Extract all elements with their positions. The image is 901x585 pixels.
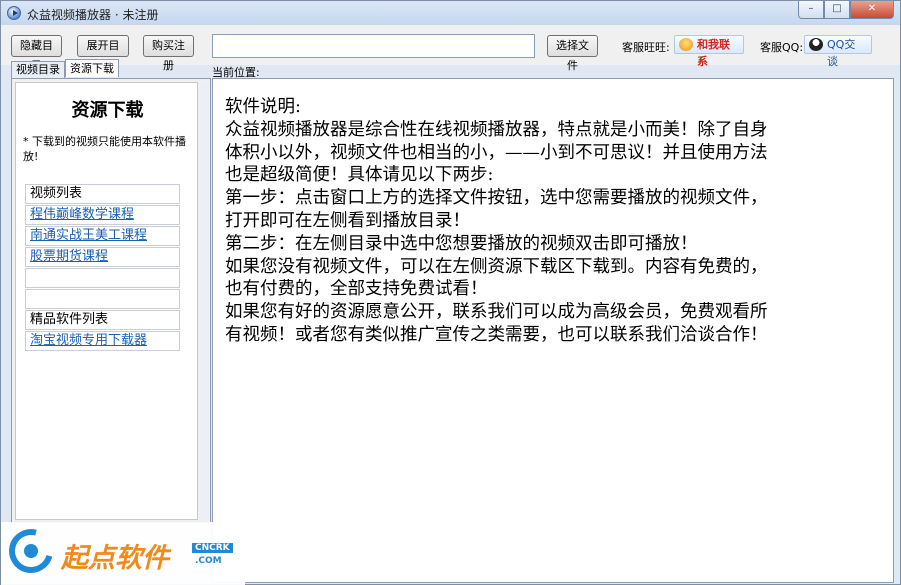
watermark-brand: 起点软件	[61, 543, 169, 574]
qq-label: 客服QQ:	[760, 41, 804, 54]
video-list-header: 视频列表	[25, 184, 180, 204]
wangwang-label: 客服旺旺:	[622, 41, 670, 54]
wangwang-button-label: 和我联系	[697, 38, 730, 68]
window-title: 众益视频播放器 · 未注册	[27, 8, 159, 22]
minimize-button[interactable]: –	[798, 1, 824, 19]
content-area: 软件说明: 众益视频播放器是综合性在线视频播放器，特点就是小而美！除了自身 体积…	[212, 78, 894, 583]
hide-catalog-button[interactable]: 隐藏目录	[11, 35, 62, 72]
window-controls: – □ ✕	[798, 1, 894, 19]
description-line: 也是超级简便！具体请见以下两步:	[225, 165, 494, 186]
file-path-input[interactable]	[212, 34, 535, 58]
description-line: 第一步：点击窗口上方的选择文件按钮，选中您需要播放的视频文件，	[225, 188, 768, 209]
panel-scrollbar[interactable]	[200, 82, 209, 520]
title-bar[interactable]: 众益视频播放器 · 未注册 – □ ✕	[1, 1, 900, 25]
wangwang-icon	[679, 38, 693, 51]
app-window: 众益视频播放器 · 未注册 – □ ✕ 隐藏目录 展开目录 购买注册 选择文件 …	[0, 0, 901, 585]
download-note: * 下载到的视频只能使用本软件播放!	[23, 135, 186, 163]
description-line: 如果您没有视频文件，可以在左侧资源下载区下载到。内容有免费的，	[225, 256, 768, 277]
description-line: 打开即可在左侧看到播放目录！	[225, 210, 470, 231]
description-line: 有视频！或者您有类似推广宣传之类需要，也可以联系我们洽谈合作！	[225, 324, 768, 345]
empty-list-cell	[25, 268, 180, 288]
video-link-item[interactable]: 程伟巅峰数学课程	[25, 205, 180, 225]
description-line: 体积小以外，视频文件也相当的小，——小到不可思议！并且使用方法	[225, 142, 768, 163]
qq-button-label: QQ交谈	[827, 38, 856, 68]
watermark-sub-com: .COM	[195, 556, 222, 566]
qq-penguin-icon	[809, 38, 823, 51]
maximize-button[interactable]: □	[824, 1, 850, 19]
play-circle-icon	[7, 6, 21, 20]
description-line: 软件说明:	[225, 97, 301, 117]
panel-title: 资源下载	[71, 100, 144, 121]
software-list-header: 精品软件列表	[25, 310, 180, 330]
resource-panel-content: 资源下载 * 下载到的视频只能使用本软件播放! 视频列表 程伟巅峰数学课程 南通…	[15, 82, 198, 520]
tab-strip: 视频目录 资源下载	[11, 59, 119, 78]
buy-register-button[interactable]: 购买注册	[143, 35, 194, 72]
expand-catalog-button[interactable]: 展开目录	[77, 35, 129, 72]
description-line: 第二步：在左侧目录中选中您想要播放的视频双击即可播放！	[225, 233, 698, 254]
select-file-button[interactable]: 选择文件	[547, 35, 598, 72]
close-button[interactable]: ✕	[850, 1, 894, 19]
watermark: 起点软件 CNCRK .COM	[0, 520, 245, 585]
toolbar: 隐藏目录 展开目录 购买注册 选择文件 客服旺旺: 和我联系 客服QQ: QQ交…	[1, 25, 900, 72]
description-line: 也有付费的，全部支持免费试看！	[225, 279, 488, 300]
watermark-logo-dot	[24, 544, 38, 558]
resource-download-panel: 资源下载 * 下载到的视频只能使用本软件播放! 视频列表 程伟巅峰数学课程 南通…	[11, 78, 211, 523]
video-link-item[interactable]: 股票期货课程	[25, 247, 180, 267]
description-line: 如果您有好的资源愿意公开，联系我们可以成为高级会员，免费观看所	[225, 302, 768, 323]
wangwang-contact-button[interactable]: 和我联系	[674, 35, 744, 68]
video-link-item[interactable]: 南通实战王美工课程	[25, 226, 180, 246]
description-line: 众益视频播放器是综合性在线视频播放器，特点就是小而美！除了自身	[225, 119, 768, 140]
empty-list-cell	[25, 289, 180, 309]
software-link-item[interactable]: 淘宝视频专用下载器	[25, 331, 180, 351]
resource-list: 视频列表 程伟巅峰数学课程 南通实战王美工课程 股票期货课程 精品软件列表 淘宝…	[25, 184, 180, 352]
software-description: 软件说明: 众益视频播放器是综合性在线视频播放器，特点就是小而美！除了自身 体积…	[225, 96, 885, 347]
tab-video-catalog[interactable]: 视频目录	[11, 61, 65, 78]
qq-chat-button[interactable]: QQ交谈	[804, 35, 872, 68]
tab-resource-download[interactable]: 资源下载	[65, 59, 119, 77]
watermark-sub-cncrk: CNCRK	[192, 543, 233, 553]
